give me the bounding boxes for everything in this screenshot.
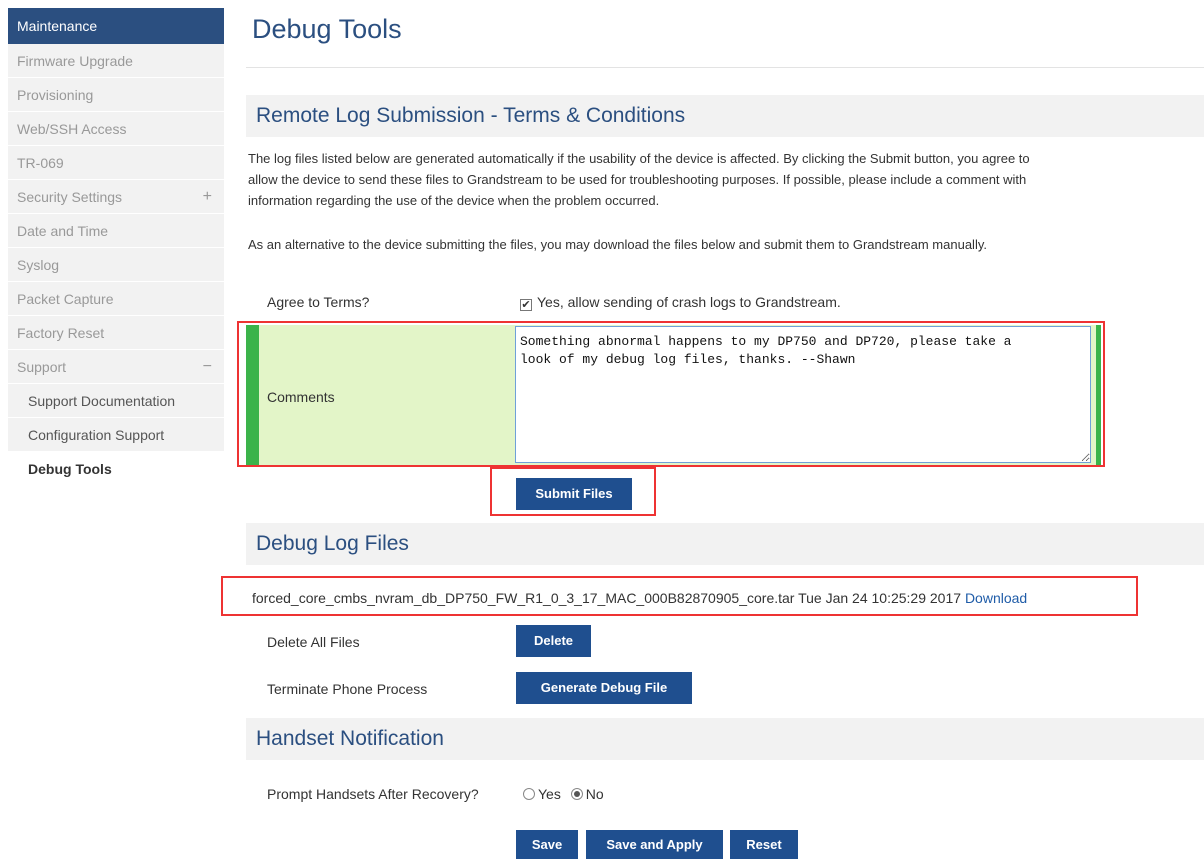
terms-line: allow the device to send these files to …: [248, 172, 1027, 187]
sidebar-item-label: Support Documentation: [28, 393, 176, 409]
title-divider: [246, 67, 1204, 68]
sidebar-item-web-ssh-access[interactable]: Web/SSH Access: [8, 112, 224, 146]
sidebar-item-debug-tools[interactable]: Debug Tools: [8, 452, 224, 486]
radio-yes[interactable]: [523, 788, 535, 800]
agree-terms-checkbox-label: Yes, allow sending of crash logs to Gran…: [537, 294, 841, 310]
terminate-process-label: Terminate Phone Process: [267, 681, 428, 697]
agree-terms-checkbox[interactable]: ✔: [520, 299, 532, 311]
sidebar-item-label: Factory Reset: [17, 325, 105, 341]
terms-paragraph: The log files listed below are generated…: [248, 148, 1030, 211]
plus-icon[interactable]: +: [203, 180, 212, 214]
sidebar-item-label: Security Settings: [17, 189, 123, 205]
sidebar-menu: Maintenance Firmware Upgrade Provisionin…: [8, 8, 224, 486]
radio-yes-label: Yes: [538, 786, 561, 802]
prompt-handsets-radio-group: Yes No: [523, 786, 604, 802]
sidebar-item-label: TR-069: [17, 155, 64, 171]
sidebar-item-label: Provisioning: [17, 87, 94, 103]
sidebar-item-label: Packet Capture: [17, 291, 114, 307]
delete-button[interactable]: Delete: [516, 625, 591, 657]
sidebar-item-provisioning[interactable]: Provisioning: [8, 78, 224, 112]
sidebar-item-label: Web/SSH Access: [17, 121, 127, 137]
section-title: Debug Log Files: [256, 532, 409, 555]
sidebar-item-support-documentation[interactable]: Support Documentation: [8, 384, 224, 418]
section-header-handset: Handset Notification: [246, 718, 1204, 760]
sidebar-item-firmware-upgrade[interactable]: Firmware Upgrade: [8, 44, 224, 78]
comments-highlight-outline: [237, 321, 1105, 467]
sidebar-item-label: Debug Tools: [28, 461, 112, 477]
sidebar-item-configuration-support[interactable]: Configuration Support: [8, 418, 224, 452]
page-title: Debug Tools: [252, 14, 402, 44]
generate-debug-file-button[interactable]: Generate Debug File: [516, 672, 692, 704]
agree-terms-checkbox-row[interactable]: ✔ Yes, allow sending of crash logs to Gra…: [520, 294, 841, 311]
section-title: Remote Log Submission - Terms & Conditio…: [256, 104, 686, 127]
agree-terms-label: Agree to Terms?: [267, 294, 370, 310]
sidebar-item-label: Configuration Support: [28, 427, 165, 443]
sidebar-item-security-settings[interactable]: Security Settings +: [8, 180, 224, 214]
sidebar-item-packet-capture[interactable]: Packet Capture: [8, 282, 224, 316]
minus-icon[interactable]: −: [203, 350, 212, 384]
file-highlight-outline: [221, 576, 1138, 616]
delete-all-label: Delete All Files: [267, 634, 360, 650]
prompt-handsets-label: Prompt Handsets After Recovery?: [267, 786, 479, 802]
sidebar-item-syslog[interactable]: Syslog: [8, 248, 224, 282]
sidebar-item-factory-reset[interactable]: Factory Reset: [8, 316, 224, 350]
radio-no[interactable]: [570, 788, 583, 800]
save-and-apply-button[interactable]: Save and Apply: [586, 830, 723, 859]
alternative-paragraph: As an alternative to the device submitti…: [248, 237, 987, 252]
sidebar-item-label: Date and Time: [17, 223, 109, 239]
section-title: Handset Notification: [256, 727, 444, 750]
sidebar-item-support[interactable]: Support −: [8, 350, 224, 384]
section-header-remote-log: Remote Log Submission - Terms & Conditio…: [246, 95, 1204, 137]
sidebar-item-label: Syslog: [17, 257, 60, 273]
sidebar-item-label: Support: [17, 359, 67, 375]
terms-line: The log files listed below are generated…: [248, 151, 1030, 166]
section-header-debug-log: Debug Log Files: [246, 523, 1204, 565]
submit-highlight-outline: [490, 467, 656, 516]
sidebar-header-maintenance[interactable]: Maintenance: [8, 8, 224, 44]
save-button[interactable]: Save: [516, 830, 578, 859]
sidebar-item-tr-069[interactable]: TR-069: [8, 146, 224, 180]
radio-no-label: No: [585, 786, 604, 802]
sidebar-item-label: Firmware Upgrade: [17, 53, 133, 69]
reset-button[interactable]: Reset: [730, 830, 798, 859]
sidebar-item-date-and-time[interactable]: Date and Time: [8, 214, 224, 248]
terms-line: information regarding the use of the dev…: [248, 193, 660, 208]
